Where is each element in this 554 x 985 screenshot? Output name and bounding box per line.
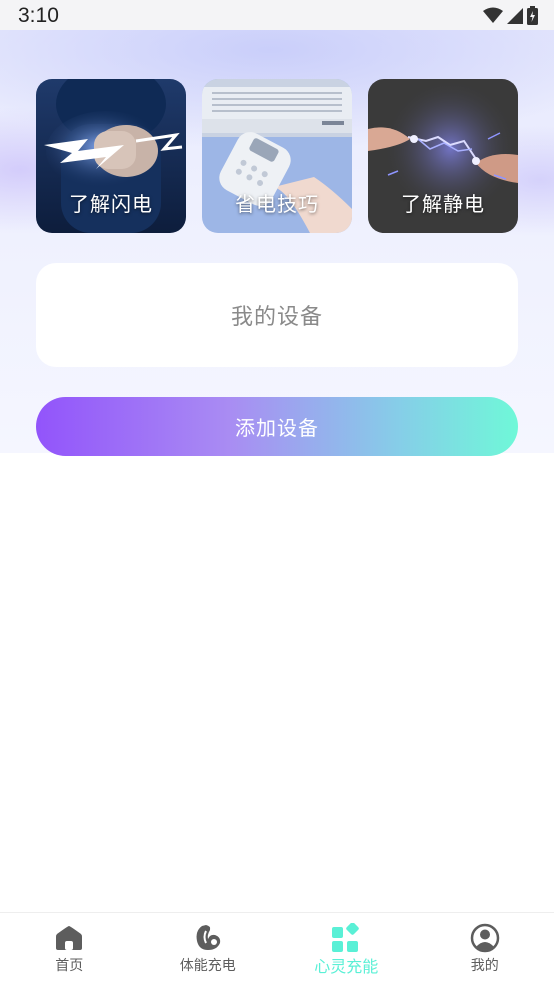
battery-icon bbox=[527, 6, 538, 25]
status-icons bbox=[483, 6, 538, 25]
tip-label: 了解静电 bbox=[368, 188, 518, 217]
bottom-tab-bar: 首页 体能充电 心灵充能 我的 bbox=[0, 912, 554, 985]
tip-label: 了解闪电 bbox=[36, 188, 186, 217]
tip-card-power-saving[interactable]: 省电技巧 bbox=[202, 79, 352, 233]
signal-icon bbox=[507, 8, 523, 24]
tip-label: 省电技巧 bbox=[202, 188, 352, 217]
status-bar: 3:10 bbox=[0, 0, 554, 30]
tab-label: 首页 bbox=[55, 955, 83, 975]
tab-mind-charge[interactable]: 心灵充能 bbox=[277, 913, 416, 985]
tab-label: 心灵充能 bbox=[314, 953, 378, 977]
tip-card-static[interactable]: 了解静电 bbox=[368, 79, 518, 233]
profile-icon bbox=[470, 923, 500, 953]
tip-card-lightning[interactable]: 了解闪电 bbox=[36, 79, 186, 233]
tips-row: 了解闪电 省电技巧 bbox=[36, 79, 518, 233]
add-device-button[interactable]: 添加设备 bbox=[36, 397, 518, 456]
tab-label: 体能充电 bbox=[180, 955, 236, 975]
home-icon bbox=[54, 923, 84, 953]
my-device-title: 我的设备 bbox=[231, 299, 323, 331]
fitness-icon bbox=[193, 923, 223, 953]
status-time: 3:10 bbox=[18, 4, 59, 28]
wifi-icon bbox=[483, 7, 503, 25]
tab-profile[interactable]: 我的 bbox=[416, 913, 554, 985]
tab-fitness-charge[interactable]: 体能充电 bbox=[139, 913, 278, 985]
tab-label: 我的 bbox=[471, 955, 499, 975]
my-device-card: 我的设备 bbox=[36, 263, 518, 367]
grid-diamond-icon bbox=[331, 923, 361, 953]
tab-home[interactable]: 首页 bbox=[0, 913, 139, 985]
